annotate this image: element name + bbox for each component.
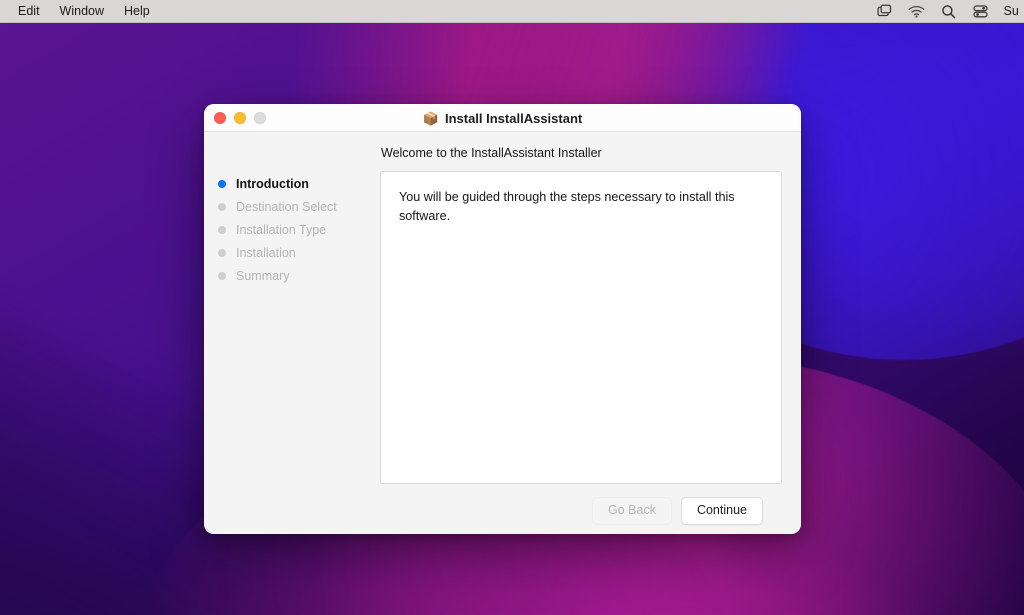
sidebar-item-installation-type[interactable]: Installation Type <box>218 218 380 241</box>
step-dot-icon <box>218 225 226 234</box>
menu-item-edit[interactable]: Edit <box>8 2 50 20</box>
zoom-button <box>254 111 266 124</box>
menu-bar-clock[interactable]: Su <box>1004 4 1021 18</box>
step-dot-icon <box>218 248 226 257</box>
menu-bar-status-area: Su <box>876 3 1024 19</box>
continue-button[interactable]: Continue <box>680 497 763 525</box>
content-body-text: You will be guided through the steps nec… <box>399 190 735 223</box>
control-center-icon[interactable] <box>972 3 990 19</box>
wifi-icon[interactable] <box>908 3 926 19</box>
content-panel: You will be guided through the steps nec… <box>380 171 782 484</box>
dialog-button-bar: Go Back Continue <box>380 484 782 525</box>
minimize-button[interactable] <box>234 111 246 124</box>
close-button[interactable] <box>214 111 226 124</box>
spotlight-search-icon[interactable] <box>940 3 958 19</box>
menu-bar: Edit Window Help Su <box>0 0 1024 23</box>
menu-item-help[interactable]: Help <box>114 2 160 20</box>
sidebar-item-label: Installation Type <box>236 222 327 237</box>
sidebar-item-destination-select[interactable]: Destination Select <box>218 195 380 218</box>
window-title-bar[interactable]: 📦 Install InstallAssistant <box>204 104 801 132</box>
content-heading: Welcome to the InstallAssistant Installe… <box>381 146 602 160</box>
sidebar-item-label: Summary <box>236 268 290 283</box>
step-dot-icon <box>218 202 226 211</box>
package-box-icon: 📦 <box>422 110 439 126</box>
step-dot-icon <box>218 179 226 188</box>
go-back-button[interactable]: Go Back <box>592 497 672 525</box>
installer-steps-sidebar: Introduction Destination Select Installa… <box>204 132 380 534</box>
screen-mirroring-icon[interactable] <box>876 3 894 19</box>
sidebar-item-label: Installation <box>236 245 296 260</box>
sidebar-item-summary[interactable]: Summary <box>218 264 380 287</box>
sidebar-item-installation[interactable]: Installation <box>218 241 380 264</box>
sidebar-item-introduction[interactable]: Introduction <box>218 172 380 195</box>
installer-window: 📦 Install InstallAssistant Introduction … <box>204 104 801 534</box>
step-dot-icon <box>218 271 226 280</box>
window-body: Introduction Destination Select Installa… <box>204 132 801 534</box>
content-pane: Welcome to the InstallAssistant Installe… <box>380 132 801 534</box>
menu-item-window[interactable]: Window <box>50 2 114 20</box>
window-controls <box>204 111 266 124</box>
sidebar-item-label: Introduction <box>236 176 309 191</box>
window-title: Install InstallAssistant <box>444 110 583 126</box>
sidebar-item-label: Destination Select <box>236 199 337 214</box>
menu-bar-items: Edit Window Help <box>0 2 160 20</box>
window-title-group: 📦 Install InstallAssistant <box>204 104 801 132</box>
